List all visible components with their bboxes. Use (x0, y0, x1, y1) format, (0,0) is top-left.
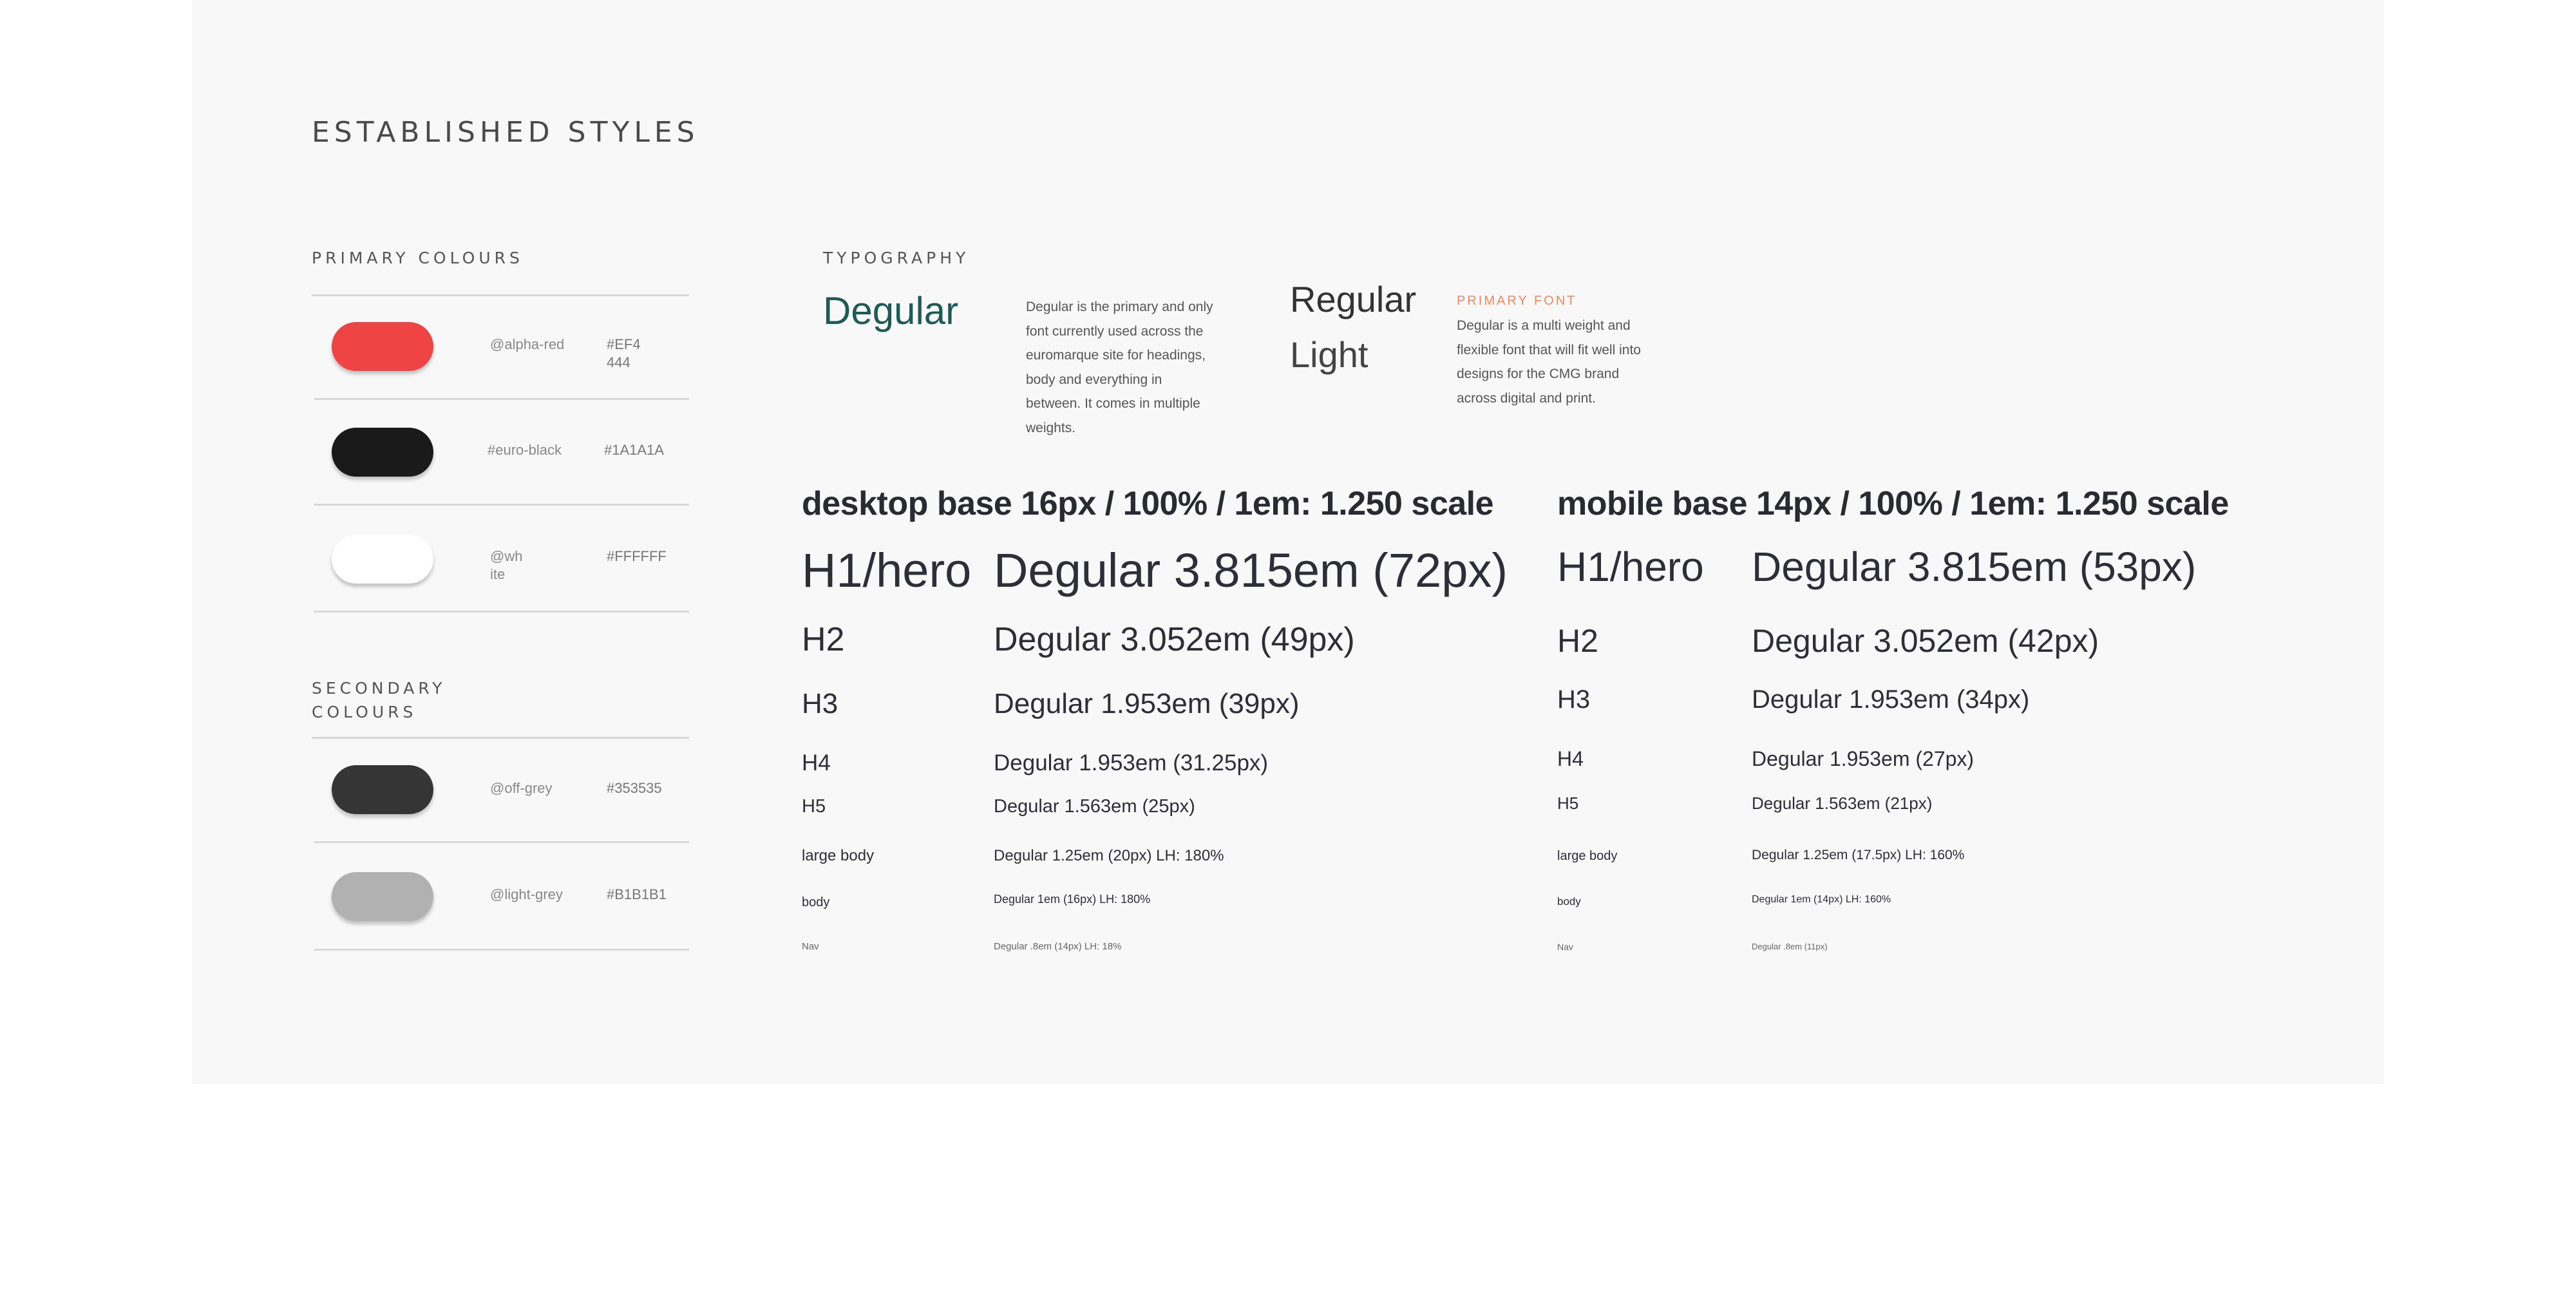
mobile-row-value: Degular 3.815em (53px) (1752, 544, 2197, 590)
font-description-line: Degular is the primary and only (1026, 300, 1213, 314)
mobile-row-label: H1/hero (1557, 544, 1704, 590)
mobile-row-label: H5 (1557, 794, 1579, 813)
divider (314, 504, 689, 506)
divider (314, 841, 689, 843)
styles-panel (192, 0, 2384, 1084)
mobile-row-label: body (1557, 895, 1581, 908)
desktop-row-value: Degular 1.25em (20px) LH: 180% (994, 847, 1224, 864)
colour-token: #euro-black (488, 442, 562, 458)
divider (314, 949, 689, 951)
weight-regular: Regular (1290, 279, 1417, 319)
colour-hex: #1A1A1A (604, 442, 664, 458)
desktop-row-value: Degular 3.052em (49px) (994, 621, 1355, 658)
desktop-row-value: Degular .8em (14px) LH: 18% (994, 941, 1122, 952)
desktop-row-label: H2 (802, 621, 845, 658)
divider (312, 294, 689, 296)
mobile-row-value: Degular 1.953em (27px) (1752, 747, 1975, 770)
desktop-row-label: H1/hero (802, 544, 972, 597)
mobile-row-label: Nav (1557, 942, 1573, 952)
font-description-line: between. It comes in multiple (1026, 396, 1200, 411)
colour-hex: #EF4 (607, 336, 641, 352)
weight-light: Light (1290, 334, 1368, 375)
font-description: Degular is the primary and only font cur… (1026, 295, 1238, 440)
font-name: Degular (823, 289, 959, 332)
page-title: ESTABLISHED STYLES (312, 116, 699, 149)
desktop-scale-title: desktop base 16px / 100% / 1em: 1.250 sc… (802, 485, 1494, 522)
swatch-euro-black (332, 428, 433, 477)
font-description-line: font currently used across the (1026, 323, 1204, 339)
mobile-row-label: large body (1557, 849, 1618, 863)
desktop-row-label: large body (802, 847, 875, 864)
primary-font-line: flexible font that will fit well into (1457, 342, 1641, 357)
typography-label: TYPOGRAPHY (823, 249, 970, 267)
swatch-light-grey (332, 872, 433, 921)
mobile-row-value: Degular .8em (11px) (1752, 942, 1828, 951)
swatch-white (332, 535, 433, 584)
divider (312, 737, 689, 739)
divider (314, 611, 689, 613)
colour-hex: #B1B1B1 (607, 886, 667, 902)
primary-font-line: across digital and print. (1457, 390, 1596, 406)
colour-hex: #FFFFFF (607, 548, 667, 564)
mobile-row-label: H4 (1557, 747, 1584, 770)
primary-font-line: Degular is a multi weight and (1457, 318, 1631, 333)
desktop-row-value: Degular 3.815em (72px) (994, 544, 1508, 597)
primary-font-description: Degular is a multi weight and flexible f… (1457, 314, 1689, 410)
desktop-row-label: H4 (802, 750, 831, 775)
font-description-line: euromarque site for headings, (1026, 348, 1206, 363)
colour-hex-continued: 444 (607, 354, 630, 370)
secondary-colours-label-line1: SECONDARY (312, 679, 446, 698)
desktop-row-label: H5 (802, 796, 826, 817)
swatch-off-grey (332, 765, 433, 814)
mobile-scale-title: mobile base 14px / 100% / 1em: 1.250 sca… (1557, 485, 2229, 522)
primary-font-line: designs for the CMG brand (1457, 366, 1620, 381)
swatch-alpha-red (332, 322, 433, 371)
mobile-row-value: Degular 3.052em (42px) (1752, 623, 2099, 659)
font-description-line: weights. (1026, 420, 1076, 435)
colour-token-continued: ite (490, 566, 506, 582)
mobile-row-value: Degular 1em (14px) LH: 160% (1752, 894, 1891, 905)
mobile-row-label: H3 (1557, 685, 1591, 714)
mobile-row-label: H2 (1557, 623, 1598, 659)
colour-token: @off-grey (490, 780, 553, 796)
desktop-row-value: Degular 1.563em (25px) (994, 796, 1195, 817)
secondary-colours-label-line2: COLOURS (312, 703, 417, 721)
divider (314, 398, 689, 400)
colour-token: @light-grey (490, 886, 563, 902)
desktop-row-value: Degular 1.953em (39px) (994, 688, 1300, 719)
desktop-row-value: Degular 1em (16px) LH: 180% (994, 893, 1151, 906)
desktop-row-label: body (802, 895, 830, 909)
mobile-row-value: Degular 1.25em (17.5px) LH: 160% (1752, 848, 1965, 862)
primary-colours-label: PRIMARY COLOURS (312, 249, 524, 267)
desktop-row-value: Degular 1.953em (31.25px) (994, 750, 1269, 775)
desktop-row-label: Nav (802, 941, 819, 952)
colour-token: @wh (490, 548, 523, 564)
colour-token: @alpha-red (490, 336, 565, 352)
mobile-row-value: Degular 1.563em (21px) (1752, 794, 1933, 813)
mobile-row-value: Degular 1.953em (34px) (1752, 685, 2030, 714)
desktop-row-label: H3 (802, 688, 838, 719)
primary-font-label: PRIMARY FONT (1457, 294, 1577, 308)
colour-hex: #353535 (607, 780, 662, 796)
font-description-line: body and everything in (1026, 372, 1162, 387)
